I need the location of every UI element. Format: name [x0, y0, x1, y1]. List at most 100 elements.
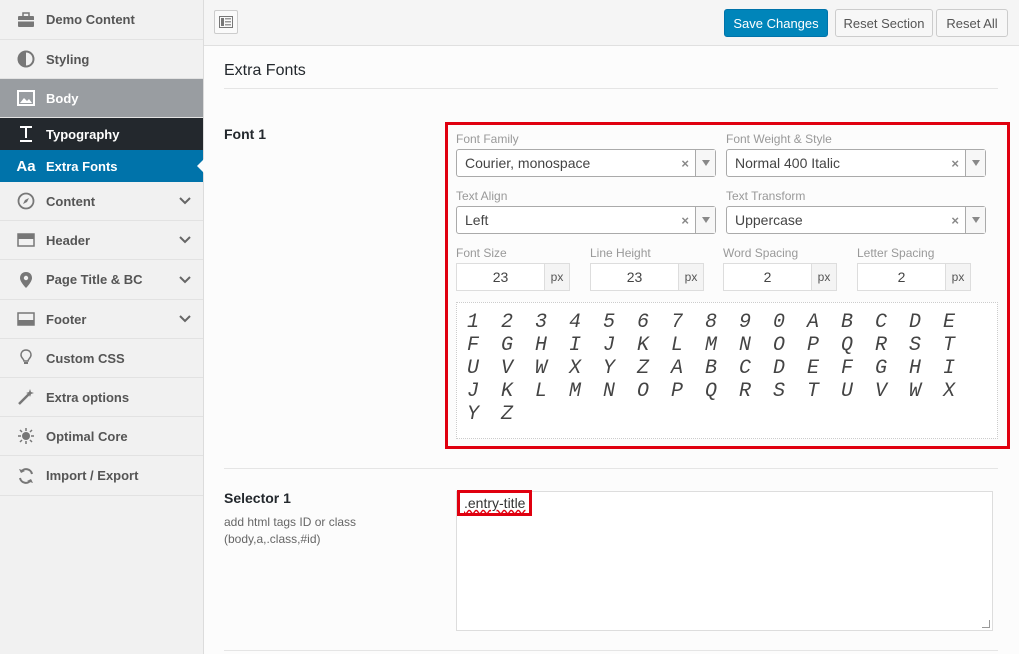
sidebar-item-label: Custom CSS — [46, 350, 125, 366]
preview-glyph: F — [467, 334, 480, 357]
panel-toggle-icon[interactable] — [214, 10, 238, 34]
main-panel: Extra Fonts Font 1 Font Family Courier, … — [204, 46, 1019, 654]
preview-glyph: Q — [705, 380, 718, 403]
text-align-label: Text Align — [456, 189, 508, 203]
text-align-value: Left — [465, 212, 489, 228]
preview-glyph: B — [705, 357, 718, 380]
reset-all-button[interactable]: Reset All — [936, 9, 1008, 37]
dropdown-arrow-icon[interactable] — [695, 207, 715, 233]
briefcase-icon — [16, 10, 36, 30]
clear-icon[interactable]: × — [681, 213, 689, 228]
preview-glyph: N — [739, 334, 752, 357]
font1-label: Font 1 — [224, 126, 266, 142]
dropdown-arrow-icon[interactable] — [965, 207, 985, 233]
letter-spacing-label: Letter Spacing — [857, 246, 935, 260]
preview-glyph: W — [535, 357, 548, 380]
font-family-value: Courier, monospace — [465, 155, 591, 171]
preview-glyph: D — [773, 357, 786, 380]
preview-glyph: R — [875, 334, 888, 357]
preview-glyph: C — [739, 357, 752, 380]
magic-wand-icon — [16, 387, 36, 407]
preview-glyph: 8 — [705, 311, 718, 334]
preview-glyph: S — [773, 380, 786, 403]
line-height-input[interactable]: 23 — [590, 263, 679, 291]
preview-glyph: 6 — [637, 311, 650, 334]
preview-glyph: T — [943, 334, 956, 357]
font-weight-select[interactable]: Normal 400 Italic × — [726, 149, 986, 177]
word-spacing-unit: px — [811, 263, 837, 291]
preview-glyph: X — [569, 357, 582, 380]
sidebar-item-content[interactable]: Content — [0, 182, 203, 221]
selector1-textarea[interactable] — [456, 491, 993, 631]
sidebar-item-optimal-core[interactable]: Optimal Core — [0, 417, 203, 456]
image-icon — [16, 88, 36, 108]
dropdown-arrow-icon[interactable] — [965, 150, 985, 176]
preview-glyph: C — [875, 311, 888, 334]
word-spacing-label: Word Spacing — [723, 246, 799, 260]
word-spacing-input[interactable]: 2 — [723, 263, 812, 291]
selector1-description: add html tags ID or class (body,a,.class… — [224, 515, 357, 546]
contrast-icon — [16, 49, 36, 69]
preview-glyph: 1 — [467, 311, 480, 334]
sidebar-item-label: Demo Content — [46, 12, 135, 27]
sidebar-item-footer[interactable]: Footer — [0, 300, 203, 339]
chevron-down-icon[interactable] — [179, 195, 191, 210]
sidebar-item-label: Page Title & BC — [46, 272, 143, 287]
sidebar-item-extra-options[interactable]: Extra options — [0, 378, 203, 417]
sidebar-item-import-export[interactable]: Import / Export — [0, 456, 203, 496]
font-family-select[interactable]: Courier, monospace × — [456, 149, 716, 177]
sidebar-item-header[interactable]: Header — [0, 221, 203, 260]
sidebar-item-styling[interactable]: Styling — [0, 40, 203, 79]
preview-glyph: A — [671, 357, 684, 380]
preview-glyph: M — [705, 334, 718, 357]
sidebar-item-extra-fonts[interactable]: Aa Extra Fonts — [0, 150, 204, 182]
sidebar-item-label: Content — [46, 193, 96, 209]
font-weight-label: Font Weight & Style — [726, 132, 832, 146]
preview-glyph: G — [501, 334, 514, 357]
refresh-icon — [16, 466, 36, 486]
text-align-select[interactable]: Left × — [456, 206, 716, 234]
save-changes-button[interactable]: Save Changes — [724, 9, 828, 37]
sidebar-item-body[interactable]: Body — [0, 79, 203, 118]
line-height-unit: px — [678, 263, 704, 291]
clear-icon[interactable]: × — [951, 156, 959, 171]
sidebar-item-label: Typography — [46, 126, 120, 142]
selector1-value: .entry-title — [464, 495, 526, 511]
preview-glyph: 7 — [671, 311, 684, 334]
text-transform-value: Uppercase — [735, 212, 803, 228]
chevron-down-icon[interactable] — [179, 234, 191, 249]
line-height-label: Line Height — [590, 246, 651, 260]
font-size-input[interactable]: 23 — [456, 263, 545, 291]
location-pin-icon — [16, 270, 36, 290]
font-preview: 1 2 3 4 5 6 7 8 9 0 A B C D EF G H I J K L M N O P Q R S TU V W X Y Z A B C D… — [456, 302, 998, 439]
clear-icon[interactable]: × — [681, 156, 689, 171]
sidebar-item-label: Optimal Core — [46, 428, 128, 444]
preview-glyph: M — [569, 380, 582, 403]
sidebar-item-demo-content[interactable]: Demo Content — [0, 0, 203, 40]
sidebar-item-page-title-bc[interactable]: Page Title & BC — [0, 260, 203, 300]
dropdown-arrow-icon[interactable] — [695, 150, 715, 176]
sidebar-item-label: Import / Export — [46, 468, 139, 483]
preview-glyph: K — [501, 380, 514, 403]
preview-glyph: G — [875, 357, 888, 380]
chevron-down-icon[interactable] — [179, 274, 191, 289]
preview-glyph: I — [943, 357, 956, 380]
text-transform-select[interactable]: Uppercase × — [726, 206, 986, 234]
clear-icon[interactable]: × — [951, 213, 959, 228]
lightbulb-icon — [16, 348, 36, 368]
preview-glyph: 4 — [569, 311, 582, 334]
text-transform-label: Text Transform — [726, 189, 806, 203]
chevron-down-icon[interactable] — [179, 313, 191, 328]
sidebar-item-custom-css[interactable]: Custom CSS — [0, 339, 203, 378]
letter-spacing-input[interactable]: 2 — [857, 263, 946, 291]
preview-glyph: Y — [467, 403, 480, 426]
preview-glyph: S — [909, 334, 922, 357]
sidebar-item-typography[interactable]: Typography — [0, 118, 203, 150]
reset-section-button[interactable]: Reset Section — [835, 9, 933, 37]
preview-glyph: I — [569, 334, 582, 357]
resize-handle-icon[interactable] — [982, 620, 990, 628]
preview-glyph: Y — [603, 357, 616, 380]
divider — [224, 88, 998, 89]
preview-glyph: J — [467, 380, 480, 403]
preview-glyph: 2 — [501, 311, 514, 334]
